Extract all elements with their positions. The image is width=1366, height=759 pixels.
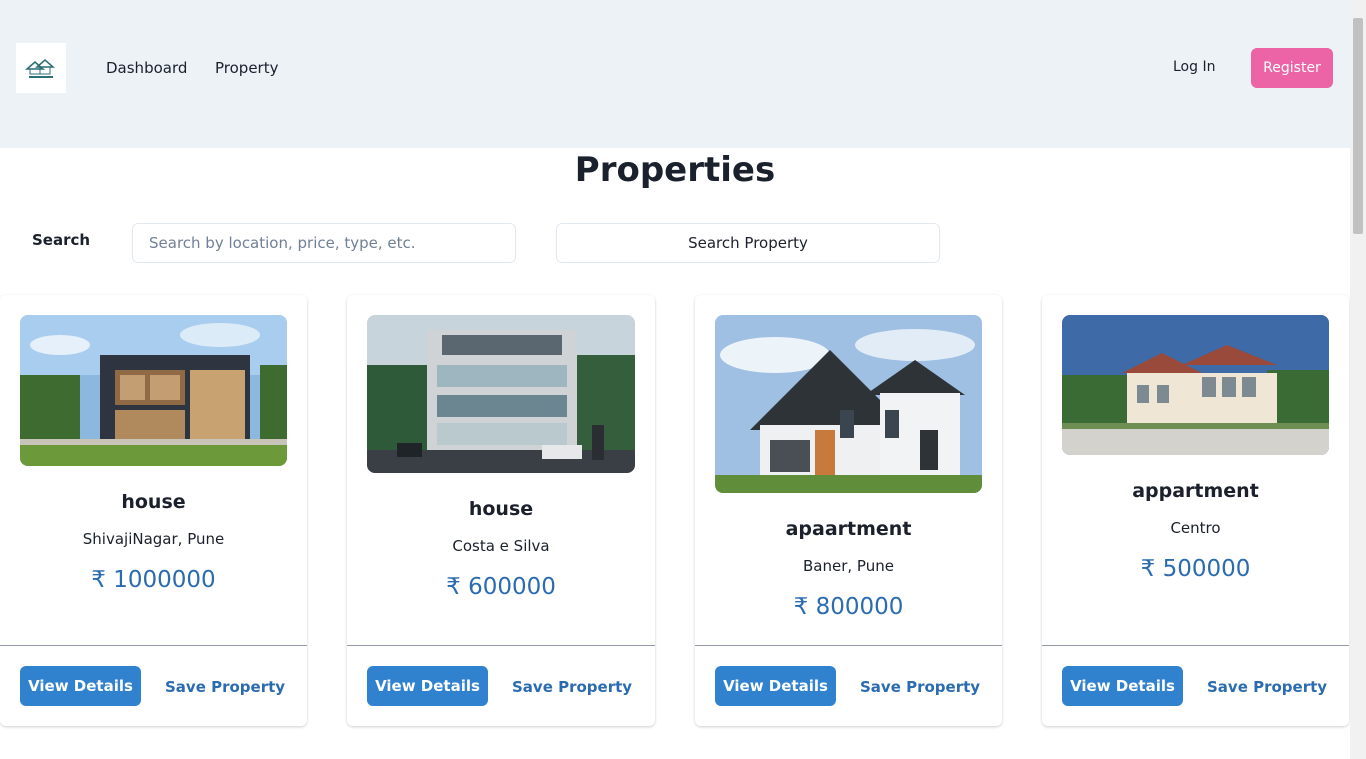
house-logo-icon: [25, 59, 55, 78]
property-price: ₹ 500000: [1140, 556, 1251, 582]
property-image: [1062, 315, 1329, 455]
property-price: ₹ 1000000: [91, 567, 216, 593]
card-divider: [695, 645, 1002, 646]
search-property-button[interactable]: Search Property: [556, 223, 940, 263]
property-image: [715, 315, 982, 493]
property-price: ₹ 600000: [446, 574, 556, 600]
scrollbar-thumb[interactable]: [1353, 18, 1363, 234]
property-card: house Costa e Silva ₹ 600000 View Detail…: [347, 295, 655, 726]
card-divider: [0, 645, 307, 646]
search-input[interactable]: [132, 223, 516, 263]
property-location: Baner, Pune: [803, 557, 894, 575]
nav-link-property[interactable]: Property: [215, 59, 278, 77]
view-details-button[interactable]: View Details: [20, 666, 141, 706]
view-details-button[interactable]: View Details: [715, 666, 836, 706]
page-scrollbar[interactable]: [1350, 0, 1366, 759]
site-logo[interactable]: [16, 43, 66, 93]
page-title: Properties: [574, 150, 776, 190]
card-divider: [347, 645, 655, 646]
card-divider: [1042, 645, 1349, 646]
property-location: ShivajiNagar, Pune: [82, 530, 225, 548]
property-card: house ShivajiNagar, Pune ₹ 1000000 View …: [0, 295, 307, 726]
property-image: [367, 315, 635, 473]
save-property-button[interactable]: Save Property: [512, 678, 632, 696]
nav-link-dashboard[interactable]: Dashboard: [106, 59, 187, 77]
property-title: house: [121, 491, 186, 513]
property-price: ₹ 800000: [793, 594, 904, 620]
property-location: Centro: [1170, 519, 1221, 537]
property-title: appartment: [1132, 480, 1259, 502]
save-property-button[interactable]: Save Property: [860, 678, 980, 696]
search-label: Search: [32, 231, 91, 249]
property-card: apaartment Baner, Pune ₹ 800000 View Det…: [695, 295, 1002, 726]
top-navbar: Dashboard Property Log In Register: [0, 0, 1350, 148]
property-location: Costa e Silva: [452, 537, 550, 555]
save-property-button[interactable]: Save Property: [1207, 678, 1327, 696]
property-image: [20, 315, 287, 466]
property-title: house: [468, 498, 534, 520]
view-details-button[interactable]: View Details: [367, 666, 488, 706]
property-card: appartment Centro ₹ 500000 View Details …: [1042, 295, 1349, 726]
view-details-button[interactable]: View Details: [1062, 666, 1183, 706]
register-button[interactable]: Register: [1251, 48, 1333, 88]
save-property-button[interactable]: Save Property: [165, 678, 285, 696]
property-title: apaartment: [785, 518, 912, 540]
login-link[interactable]: Log In: [1173, 59, 1215, 75]
